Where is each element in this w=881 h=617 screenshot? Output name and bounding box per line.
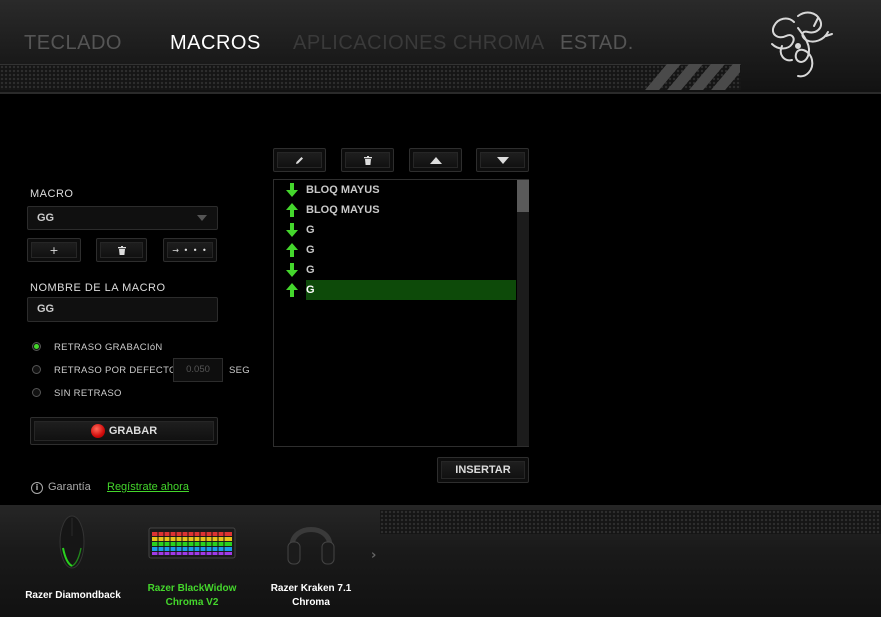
chevron-right-icon[interactable]: › bbox=[371, 548, 376, 563]
more-options-button[interactable]: → • • • bbox=[163, 238, 217, 262]
list-scrollbar-thumb[interactable] bbox=[517, 180, 529, 212]
radio-retraso-por-defecto-label: RETRASO POR DEFECTO bbox=[54, 365, 177, 376]
list-item[interactable]: BLOQ MAYUS bbox=[274, 180, 517, 200]
key-down-arrow-icon bbox=[286, 223, 298, 237]
list-item[interactable]: G bbox=[274, 260, 517, 280]
macro-select[interactable]: GG bbox=[27, 206, 218, 230]
tab-teclado[interactable]: TECLADO bbox=[24, 32, 122, 55]
list-item[interactable]: G bbox=[274, 220, 517, 240]
default-delay-input[interactable]: 0.050 bbox=[173, 358, 223, 382]
list-item-selected[interactable]: G bbox=[274, 280, 517, 300]
mouse-icon bbox=[59, 515, 85, 569]
record-button[interactable]: GRABAR bbox=[30, 417, 218, 445]
chevron-down-icon bbox=[197, 215, 207, 221]
radio-sin-retraso[interactable] bbox=[32, 388, 41, 397]
tab-aplicaciones-chroma[interactable]: APLICACIONES CHROMA bbox=[293, 32, 545, 55]
delete-action-button[interactable] bbox=[341, 148, 394, 172]
header-texture-strip bbox=[0, 64, 741, 90]
radio-retraso-grabacion[interactable] bbox=[32, 342, 41, 351]
add-macro-button[interactable]: + bbox=[27, 238, 81, 262]
radio-sin-retraso-label: SIN RETRASO bbox=[54, 388, 122, 399]
insert-button[interactable]: INSERTAR bbox=[437, 457, 529, 483]
razer-snake-logo-icon bbox=[771, 11, 833, 78]
key-up-arrow-icon bbox=[286, 203, 298, 217]
move-down-button[interactable] bbox=[476, 148, 529, 172]
headset-icon bbox=[287, 527, 335, 565]
header-divider bbox=[0, 92, 881, 94]
macro-select-value: GG bbox=[37, 212, 55, 224]
tab-macros[interactable]: MACROS bbox=[170, 32, 261, 55]
key-down-arrow-icon bbox=[286, 183, 298, 197]
trash-icon bbox=[363, 155, 372, 165]
more-label: → • • • bbox=[172, 245, 208, 255]
list-item[interactable]: BLOQ MAYUS bbox=[274, 200, 517, 220]
register-link[interactable]: Regístrate ahora bbox=[107, 481, 189, 493]
arrow-down-icon bbox=[496, 156, 509, 164]
trash-icon bbox=[117, 245, 126, 255]
macro-name-field[interactable]: GG bbox=[27, 297, 218, 322]
list-scrollbar[interactable] bbox=[517, 180, 529, 446]
device-razer-blackwidow[interactable]: Razer BlackWidow Chroma V2 bbox=[140, 512, 244, 612]
keyboard-icon bbox=[148, 527, 236, 559]
list-item[interactable]: G bbox=[274, 240, 517, 260]
plus-label: + bbox=[49, 243, 59, 257]
device-name-line2: Chroma V2 bbox=[165, 597, 219, 608]
list-item-text: G bbox=[306, 224, 315, 236]
info-icon: i bbox=[31, 482, 43, 494]
macro-action-list[interactable]: BLOQ MAYUS BLOQ MAYUS G G G G bbox=[273, 179, 529, 447]
delete-macro-button[interactable] bbox=[96, 238, 147, 262]
insert-label: INSERTAR bbox=[455, 464, 511, 476]
warranty-label: Garantía bbox=[48, 481, 91, 493]
list-item-text: G bbox=[306, 280, 516, 300]
move-up-button[interactable] bbox=[409, 148, 462, 172]
device-name-line2: Chroma bbox=[292, 597, 330, 608]
device-razer-diamondback[interactable]: Razer Diamondback bbox=[17, 512, 129, 604]
radio-retraso-por-defecto[interactable] bbox=[32, 365, 41, 374]
device-name-line1: Razer Kraken 7.1 bbox=[270, 583, 352, 594]
record-label: GRABAR bbox=[108, 425, 158, 437]
device-razer-kraken[interactable]: Razer Kraken 7.1 Chroma bbox=[260, 512, 362, 612]
device-bar-texture bbox=[380, 510, 881, 534]
pencil-icon bbox=[296, 156, 303, 164]
list-item-text: BLOQ MAYUS bbox=[306, 184, 380, 196]
macro-name-value: GG bbox=[37, 303, 55, 315]
key-up-arrow-icon bbox=[286, 243, 298, 257]
tab-estadisticas[interactable]: ESTAD. bbox=[560, 32, 634, 55]
delay-unit-label: SEG bbox=[229, 365, 250, 376]
arrow-up-icon bbox=[429, 156, 442, 164]
list-item-text: G bbox=[306, 264, 315, 276]
key-down-arrow-icon bbox=[286, 263, 298, 277]
header-stripes bbox=[640, 64, 740, 90]
record-icon bbox=[90, 424, 105, 438]
macro-name-label: NOMBRE DE LA MACRO bbox=[30, 282, 166, 294]
list-item-text: G bbox=[306, 244, 315, 256]
edit-action-button[interactable] bbox=[273, 148, 326, 172]
radio-retraso-grabacion-label: RETRASO GRABACIóN bbox=[54, 342, 163, 353]
device-name-line1: Razer BlackWidow bbox=[147, 583, 237, 594]
list-item-text: BLOQ MAYUS bbox=[306, 204, 380, 216]
key-up-arrow-icon bbox=[286, 283, 298, 297]
device-name: Razer Diamondback bbox=[25, 590, 121, 601]
macro-label: MACRO bbox=[30, 188, 74, 200]
